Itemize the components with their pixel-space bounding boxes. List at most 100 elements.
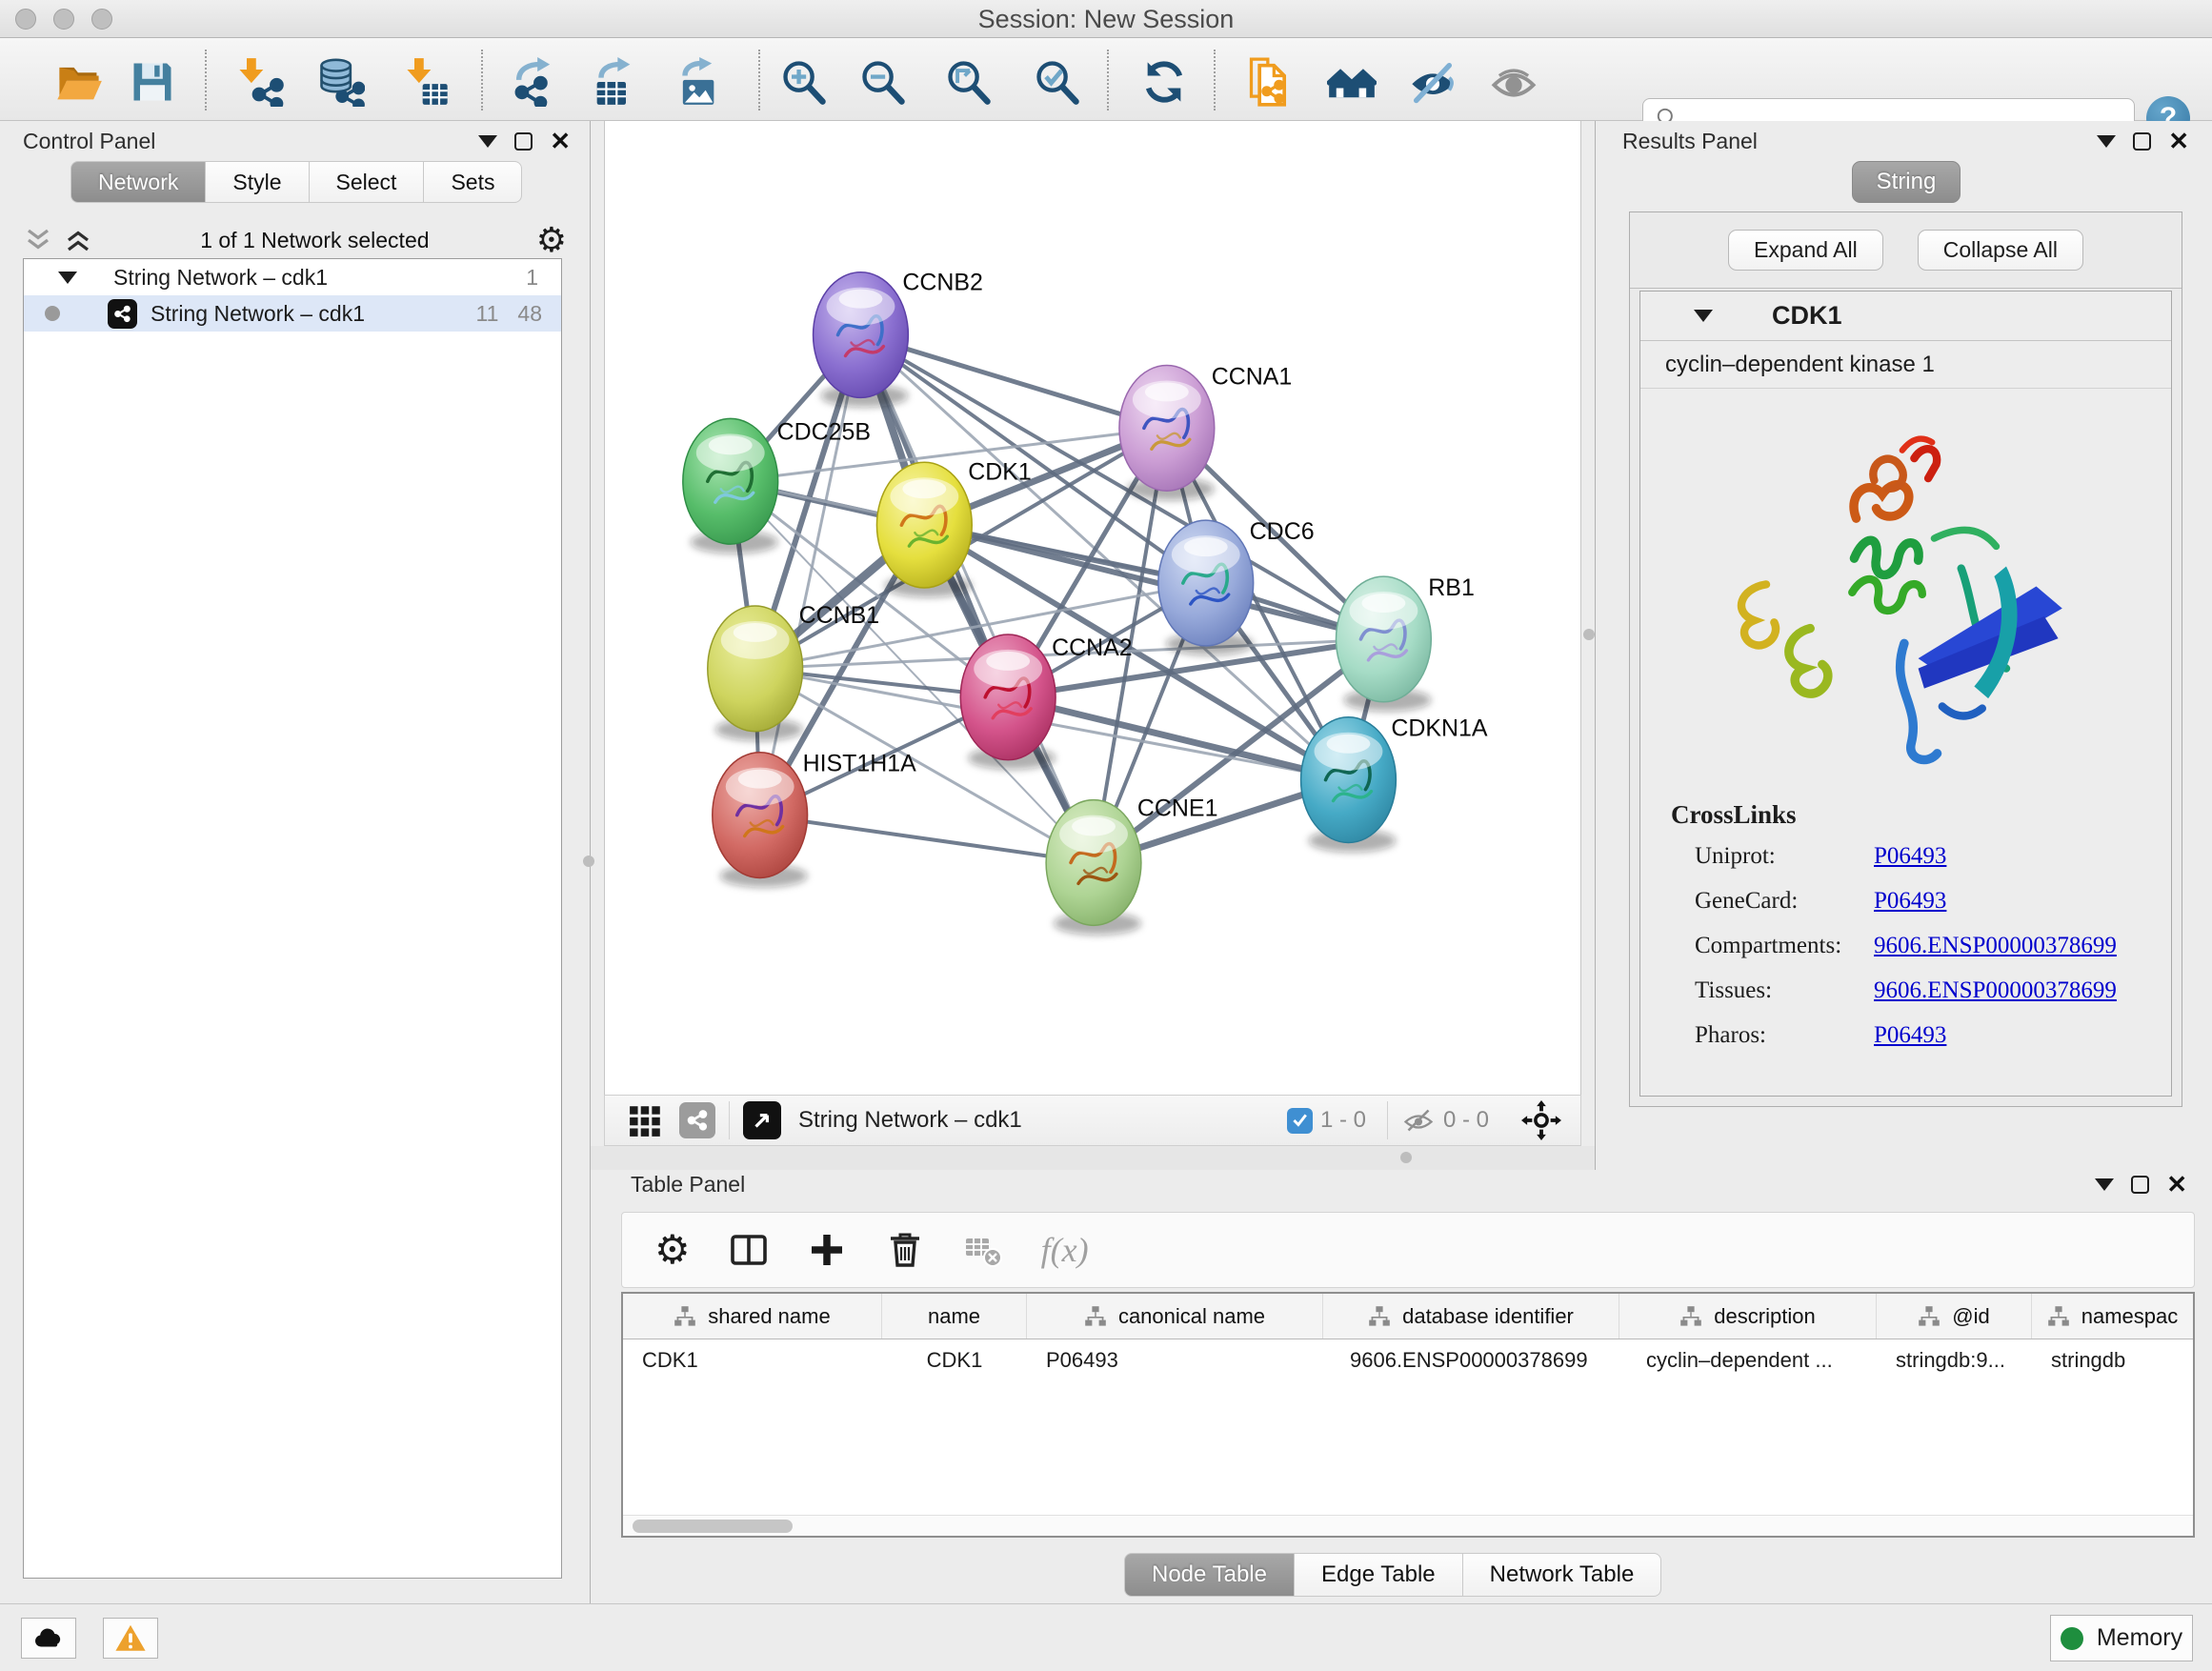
- cell-database-identifier: 9606.ENSP00000378699: [1323, 1339, 1619, 1381]
- zoom-out-button[interactable]: [856, 55, 910, 109]
- warnings-button[interactable]: [103, 1618, 158, 1659]
- fit-content-crosshair-icon[interactable]: [1521, 1100, 1561, 1140]
- zoom-in-button[interactable]: [777, 55, 831, 109]
- right-splitter-handle-dot[interactable]: [1583, 629, 1595, 640]
- network-node[interactable]: [713, 753, 808, 888]
- crosslink-pharos[interactable]: P06493: [1874, 1022, 1946, 1049]
- hide-selected-button[interactable]: [1406, 55, 1459, 109]
- column-header-name[interactable]: name: [882, 1294, 1027, 1339]
- show-all-hidden-button[interactable]: [1487, 55, 1540, 109]
- crosslink-compartments[interactable]: 9606.ENSP00000378699: [1874, 933, 2117, 959]
- crosslink-uniprot[interactable]: P06493: [1874, 843, 1946, 870]
- network-collection-row[interactable]: String Network – cdk1 1: [24, 259, 561, 295]
- tab-network[interactable]: Network: [70, 161, 206, 203]
- eye-icon: [1489, 57, 1538, 107]
- table-row[interactable]: CDK1 CDK1 P06493 9606.ENSP00000378699 cy…: [623, 1339, 2193, 1381]
- scrollbar-thumb[interactable]: [633, 1520, 793, 1533]
- tab-style[interactable]: Style: [206, 161, 309, 203]
- column-header-canonical-name[interactable]: canonical name: [1027, 1294, 1323, 1339]
- export-table-button[interactable]: [587, 55, 640, 109]
- network-edge[interactable]: [760, 815, 1094, 863]
- column-header-shared-name[interactable]: shared name: [623, 1294, 882, 1339]
- column-header-namespace[interactable]: namespac: [2032, 1294, 2193, 1339]
- export-network-button[interactable]: [509, 55, 562, 109]
- grid-view-icon[interactable]: [628, 1102, 664, 1138]
- network-view-canvas[interactable]: CCNB2CCNA1CDC25BCDK1CDC6RB1CCNB1CCNA2CDK…: [604, 121, 1581, 1095]
- expand-all-icon[interactable]: [63, 226, 93, 254]
- zoom-fit-button[interactable]: [942, 55, 995, 109]
- open-in-window-icon[interactable]: [743, 1101, 781, 1139]
- crosslink-genecard[interactable]: P06493: [1874, 888, 1946, 915]
- column-header-description[interactable]: description: [1619, 1294, 1877, 1339]
- panel-float-icon[interactable]: [2133, 132, 2151, 151]
- network-node[interactable]: [1301, 717, 1397, 853]
- column-type-icon: [1918, 1305, 1941, 1328]
- export-image-button[interactable]: [671, 55, 724, 109]
- collapse-all-button[interactable]: Collapse All: [1918, 230, 2083, 271]
- tab-select[interactable]: Select: [310, 161, 425, 203]
- network-node[interactable]: [1158, 520, 1254, 655]
- panel-menu-icon[interactable]: [2095, 1178, 2114, 1191]
- memory-button[interactable]: Memory: [2050, 1615, 2193, 1661]
- network-row-selected[interactable]: String Network – cdk1 11 48: [24, 295, 561, 332]
- network-badge-icon[interactable]: [679, 1102, 715, 1138]
- panel-menu-icon[interactable]: [478, 135, 497, 148]
- crosslink-label: Pharos:: [1695, 1022, 1874, 1049]
- tree-expand-icon[interactable]: [58, 272, 77, 284]
- eye-slash-icon: [1408, 57, 1458, 107]
- network-options-gear-icon[interactable]: ⚙: [536, 223, 567, 257]
- section-collapse-icon[interactable]: [1694, 310, 1713, 322]
- network-edge[interactable]: [760, 335, 861, 815]
- open-session-button[interactable]: [52, 55, 106, 109]
- zoom-selected-button[interactable]: [1031, 55, 1084, 109]
- network-node[interactable]: [683, 418, 778, 554]
- column-header-database-identifier[interactable]: database identifier: [1323, 1294, 1619, 1339]
- panel-menu-icon[interactable]: [2097, 135, 2116, 148]
- import-network-database-button[interactable]: [313, 55, 367, 109]
- network-edge[interactable]: [860, 335, 1094, 863]
- panel-float-icon[interactable]: [2131, 1176, 2149, 1194]
- apply-layout-button[interactable]: [1137, 55, 1191, 109]
- add-column-icon[interactable]: [807, 1230, 847, 1270]
- string-protein-query-button[interactable]: [1325, 55, 1378, 109]
- panel-float-icon[interactable]: [514, 132, 533, 151]
- protein-section-header[interactable]: CDK1: [1640, 292, 2171, 341]
- selected-count: 1 - 0: [1320, 1107, 1366, 1134]
- selected-checkbox-icon[interactable]: [1287, 1108, 1313, 1134]
- node-count: 11: [476, 301, 499, 327]
- crosslink-tissues[interactable]: 9606.ENSP00000378699: [1874, 977, 2117, 1004]
- tab-network-table[interactable]: Network Table: [1463, 1553, 1662, 1597]
- network-node[interactable]: [708, 606, 803, 741]
- table-options-gear-icon[interactable]: ⚙: [654, 1233, 691, 1267]
- import-network-file-button[interactable]: [232, 55, 286, 109]
- network-node[interactable]: [814, 272, 909, 408]
- network-node[interactable]: [1046, 800, 1141, 936]
- network-graph[interactable]: CCNB2CCNA1CDC25BCDK1CDC6RB1CCNB1CCNA2CDK…: [605, 121, 1580, 1095]
- panel-close-icon[interactable]: ✕: [550, 132, 571, 151]
- cell-namespace: stringdb: [2032, 1339, 2193, 1381]
- left-splitter-handle-dot[interactable]: [583, 856, 594, 867]
- panel-close-icon[interactable]: ✕: [2168, 132, 2189, 151]
- import-table-file-button[interactable]: [400, 55, 453, 109]
- table-horizontal-scrollbar[interactable]: [623, 1515, 2193, 1536]
- show-columns-icon[interactable]: [729, 1230, 769, 1270]
- network-node[interactable]: [960, 634, 1056, 770]
- table-panel-title: Table Panel: [631, 1172, 745, 1198]
- column-header-id[interactable]: @id: [1877, 1294, 2032, 1339]
- tab-node-table[interactable]: Node Table: [1124, 1553, 1295, 1597]
- tab-edge-table[interactable]: Edge Table: [1295, 1553, 1463, 1597]
- tab-string[interactable]: String: [1852, 161, 1961, 203]
- save-session-button[interactable]: [126, 55, 179, 109]
- node-table[interactable]: shared name name canonical name database…: [621, 1292, 2195, 1538]
- expand-all-button[interactable]: Expand All: [1728, 230, 1883, 271]
- save-floppy-icon: [128, 57, 177, 107]
- collapse-all-icon[interactable]: [23, 226, 53, 254]
- network-node-label: CDK1: [968, 458, 1032, 485]
- tab-sets[interactable]: Sets: [424, 161, 522, 203]
- delete-column-icon[interactable]: [885, 1230, 925, 1270]
- clone-network-button[interactable]: [1243, 55, 1297, 109]
- network-node[interactable]: [1337, 576, 1432, 712]
- cloud-status-button[interactable]: [21, 1618, 76, 1659]
- panel-close-icon[interactable]: ✕: [2166, 1176, 2187, 1194]
- toolbar-separator: [1214, 50, 1216, 111]
